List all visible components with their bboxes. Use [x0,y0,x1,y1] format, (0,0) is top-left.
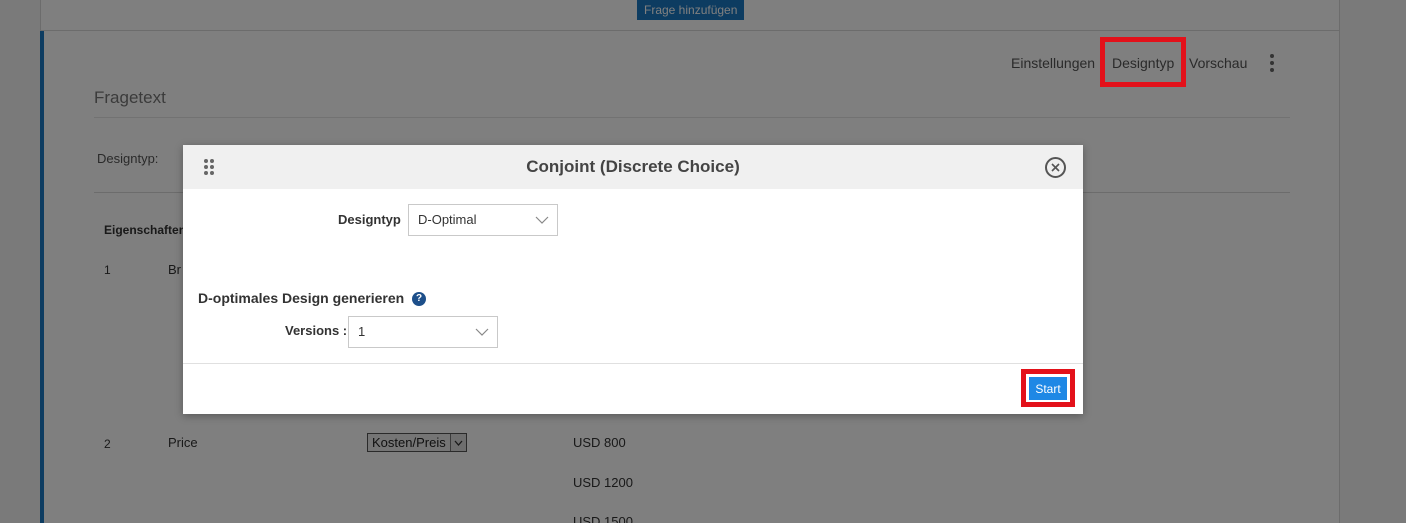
designtyp-select[interactable]: D-Optimal [408,204,558,236]
close-icon[interactable] [1045,157,1066,178]
help-icon[interactable]: ? [412,292,426,306]
designtyp-field-label: Designtyp [338,212,401,227]
chevron-down-icon [475,328,489,336]
designtyp-select-value: D-Optimal [418,212,477,227]
versions-select-value: 1 [358,324,366,339]
highlight-box [1100,37,1186,87]
dialog-header: Conjoint (Discrete Choice) [183,145,1083,189]
drag-handle-icon[interactable] [204,159,216,175]
versions-field-label: Versions : [285,323,348,338]
highlight-box [1021,369,1075,407]
section-title: D-optimales Design generieren [198,290,405,306]
versions-select[interactable]: 1 [348,316,498,348]
dialog-footer-divider [183,363,1083,364]
chevron-down-icon [535,216,549,224]
dialog-title: Conjoint (Discrete Choice) [526,157,740,176]
conjoint-dialog: Conjoint (Discrete Choice) Designtyp D-O… [183,145,1083,414]
